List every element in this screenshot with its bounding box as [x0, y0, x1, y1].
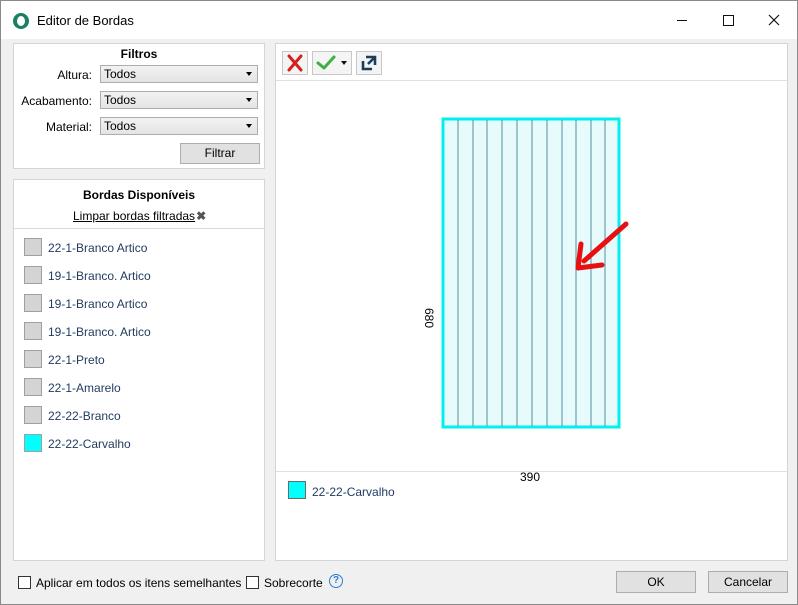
color-swatch	[24, 266, 42, 284]
apply-border-button[interactable]	[312, 51, 352, 75]
list-item-label: 22-1-Branco Artico	[48, 241, 148, 255]
close-icon	[768, 14, 780, 26]
color-swatch	[24, 378, 42, 396]
filter-acabamento-value: Todos	[104, 93, 137, 107]
legend-swatch	[288, 481, 306, 499]
title-bar: Editor de Bordas	[1, 1, 797, 39]
color-swatch	[24, 406, 42, 424]
expand-button[interactable]	[356, 51, 382, 75]
overcut-checkbox[interactable]	[246, 576, 259, 589]
filters-panel: Filtros Altura: Todos Acabamento: Todos …	[13, 43, 265, 169]
preview-panel: 390 680 22-22-Carvalho	[275, 43, 788, 561]
editor-window: Editor de Bordas Filtros Altura: Todos A…	[0, 0, 798, 605]
clear-filtered-borders-label: Limpar bordas filtradas	[73, 209, 196, 223]
green-check-icon	[316, 55, 347, 70]
list-item-label: 22-1-Preto	[48, 353, 105, 367]
overcut-label: Sobrecorte	[264, 576, 323, 590]
height-dimension: 680	[422, 307, 437, 329]
panel-shape	[441, 117, 621, 429]
minimize-icon	[677, 19, 687, 21]
filter-altura-label: Altura:	[57, 68, 92, 82]
divider	[14, 228, 264, 229]
filter-material-label: Material:	[45, 120, 92, 134]
filter-material-select[interactable]: Todos	[100, 117, 258, 135]
color-swatch	[24, 238, 42, 256]
chevron-down-icon	[246, 98, 252, 102]
list-item-label: 22-22-Branco	[48, 409, 121, 423]
list-item-label: 22-1-Amarelo	[48, 381, 121, 395]
close-button[interactable]	[751, 1, 797, 39]
legend-label: 22-22-Carvalho	[312, 485, 395, 499]
clear-filtered-borders-link[interactable]: Limpar bordas filtradas✖	[73, 209, 206, 223]
apply-all-label: Aplicar em todos os itens semelhantes	[36, 576, 242, 590]
window-title: Editor de Bordas	[37, 13, 134, 28]
maximize-icon	[722, 14, 734, 26]
chevron-down-icon	[246, 72, 252, 76]
list-item-label: 19-1-Branco. Artico	[48, 269, 151, 283]
expand-icon	[361, 55, 377, 71]
filter-altura-select[interactable]: Todos	[100, 65, 258, 83]
panel-drawing	[441, 117, 629, 429]
filter-acabamento-select[interactable]: Todos	[100, 91, 258, 109]
preview-canvas[interactable]: 390 680	[276, 80, 787, 484]
filter-altura-value: Todos	[104, 67, 137, 81]
available-borders-title: Bordas Disponíveis	[82, 188, 196, 202]
apply-all-checkbox[interactable]	[18, 576, 31, 589]
filter-material-value: Todos	[104, 119, 137, 133]
color-swatch	[24, 294, 42, 312]
ok-button[interactable]: OK	[616, 571, 696, 593]
color-swatch	[24, 350, 42, 368]
list-item-label: 22-22-Carvalho	[48, 437, 131, 451]
filters-title: Filtros	[120, 47, 158, 61]
help-icon[interactable]: ?	[329, 574, 343, 588]
chevron-down-icon	[246, 124, 252, 128]
available-borders-panel: Bordas Disponíveis Limpar bordas filtrad…	[13, 179, 265, 561]
cancel-button[interactable]: Cancelar	[708, 571, 788, 593]
color-swatch	[24, 434, 42, 452]
red-x-icon	[287, 54, 303, 72]
remove-border-button[interactable]	[282, 51, 308, 75]
filter-button[interactable]: Filtrar	[180, 143, 260, 164]
list-item-label: 19-1-Branco Artico	[48, 297, 148, 311]
clear-x-icon: ✖	[196, 209, 207, 223]
app-logo-icon	[13, 13, 29, 29]
maximize-button[interactable]	[705, 1, 751, 39]
filter-acabamento-label: Acabamento:	[21, 94, 92, 108]
color-swatch	[24, 322, 42, 340]
width-dimension: 390	[520, 470, 541, 484]
minimize-button[interactable]	[659, 1, 705, 39]
list-item-label: 19-1-Branco. Artico	[48, 325, 151, 339]
